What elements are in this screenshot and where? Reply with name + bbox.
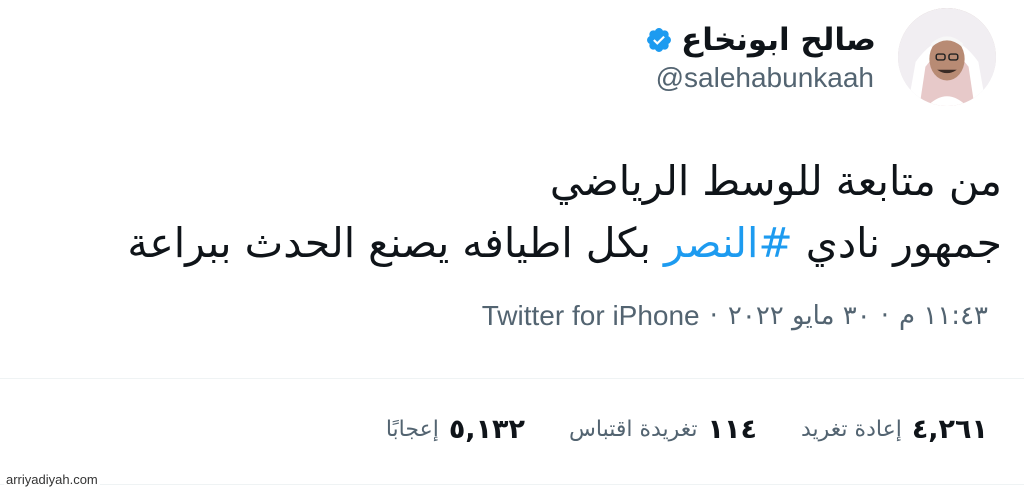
hashtag-link[interactable]: #النصر [664, 219, 793, 267]
watermark: arriyadiyah.com [4, 472, 100, 487]
avatar-image [898, 8, 996, 106]
author-handle[interactable]: @salehabunkaah [656, 62, 874, 94]
author-display-name[interactable]: صالح ابونخاع [681, 22, 876, 58]
likes-count: ٥,١٣٢ [448, 414, 526, 445]
tweet-text-line-1: من متابعة للوسط الرياضي [549, 157, 1002, 205]
tweet-text-segment: جمهور نادي [792, 219, 1002, 267]
likes-stat[interactable]: ٥,١٣٢ إعجابًا [386, 414, 525, 445]
author-name-row[interactable]: صالح ابونخاع [645, 18, 876, 62]
retweets-stat[interactable]: ٤,٢٦١ إعادة تغريد [801, 414, 988, 445]
retweets-count: ٤,٢٦١ [911, 414, 988, 445]
tweet-meta: ١١:٤٣ م · ٣٠ مايو ٢٠٢٢ · Twitter for iPh… [482, 300, 988, 332]
divider [0, 484, 1024, 485]
tweet-card: صالح ابونخاع @salehabunkaah من متابعة لل… [0, 0, 1024, 490]
quotes-label: تغريدة اقتباس [569, 417, 698, 442]
tweet-text-line-2: جمهور نادي #النصر بكل اطيافه يصنع الحدث … [2, 212, 1002, 274]
tweet-source-link[interactable]: Twitter for iPhone [482, 300, 700, 332]
tweet-time[interactable]: ١١:٤٣ م [899, 301, 988, 331]
divider [0, 378, 1024, 379]
quotes-stat[interactable]: ١١٤ تغريدة اقتباس [569, 414, 757, 445]
quotes-count: ١١٤ [707, 414, 757, 445]
likes-label: إعجابًا [385, 417, 439, 442]
verified-badge-icon [645, 26, 673, 54]
tweet-text: من متابعة للوسط الرياضي جمهور نادي #النص… [2, 150, 1002, 274]
meta-separator: · [880, 301, 889, 331]
tweet-stats: ٤,٢٦١ إعادة تغريد ١١٤ تغريدة اقتباس ٥,١٣… [386, 414, 988, 445]
meta-separator: · [709, 301, 718, 331]
tweet-text-segment: بكل اطيافه يصنع الحدث ببراعة [127, 219, 664, 267]
retweets-label: إعادة تغريد [801, 417, 902, 442]
avatar[interactable] [898, 8, 996, 106]
tweet-date[interactable]: ٣٠ مايو ٢٠٢٢ [728, 301, 871, 331]
